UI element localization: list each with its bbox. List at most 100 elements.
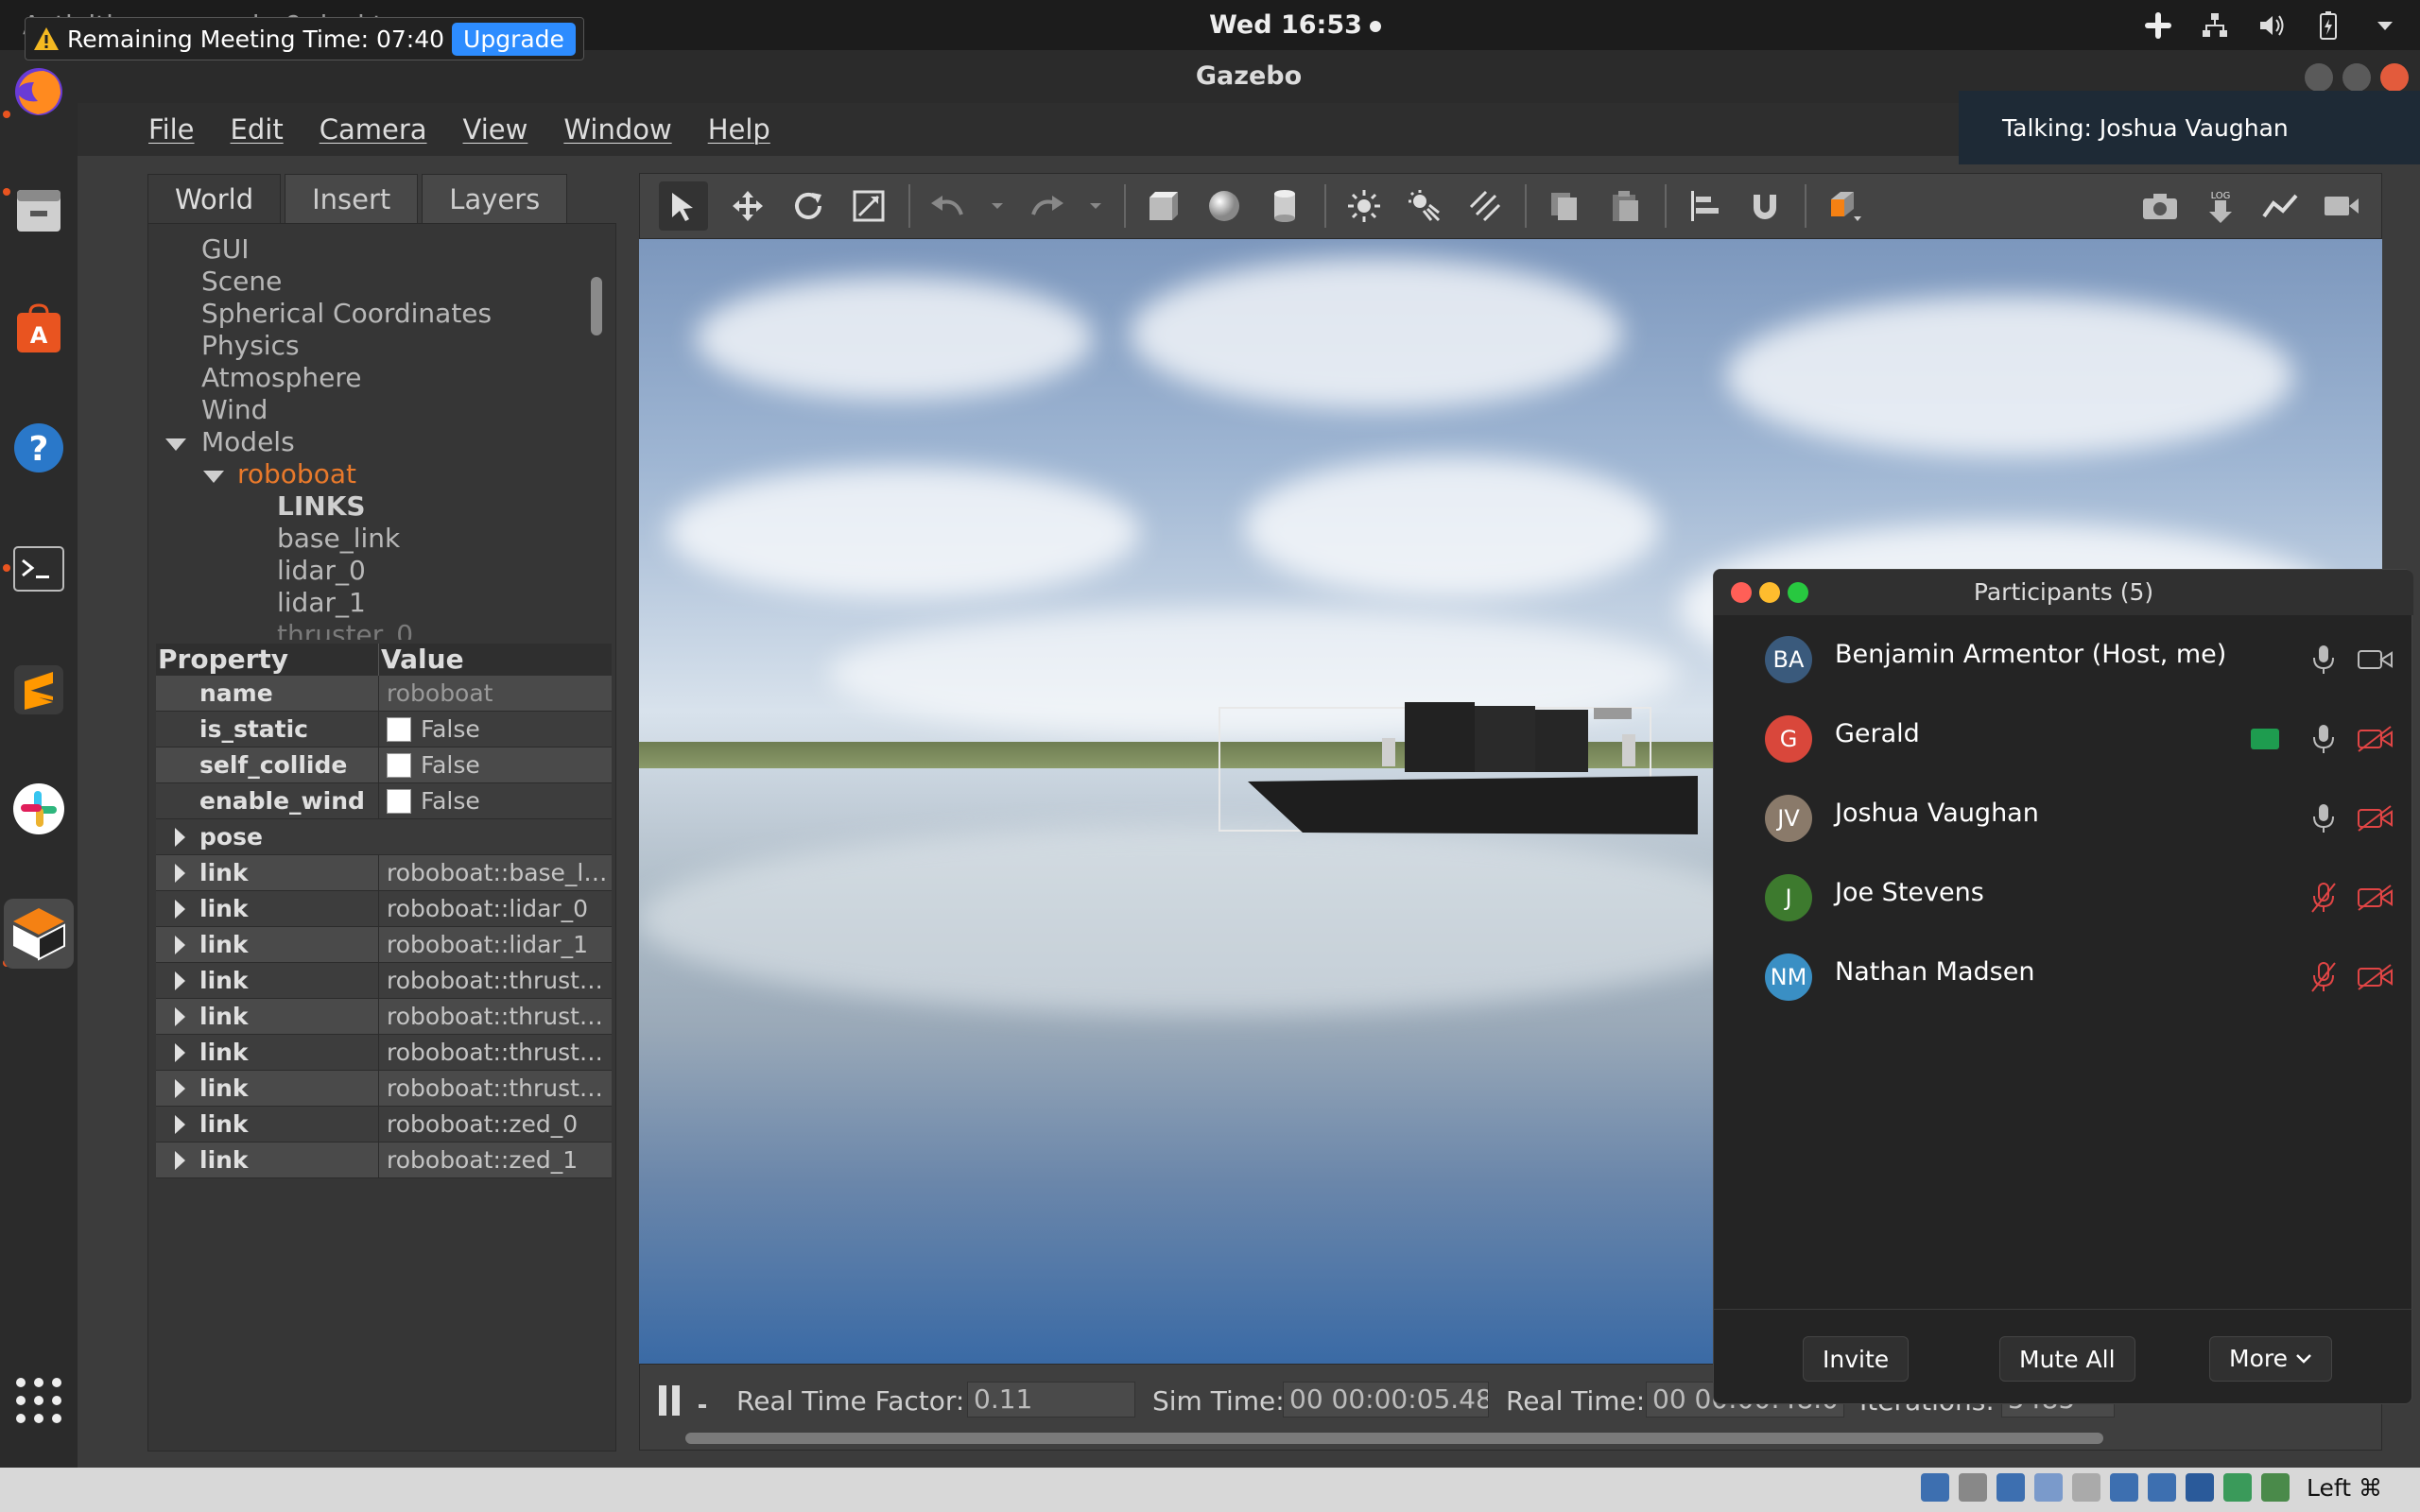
- rotate-mode-icon[interactable]: [787, 185, 829, 227]
- tree-item-atmosphere[interactable]: Atmosphere: [201, 362, 362, 394]
- expand-arrow-icon[interactable]: [175, 1079, 185, 1098]
- maximize-button[interactable]: [2342, 63, 2371, 92]
- expand-arrow-icon[interactable]: [175, 971, 185, 990]
- files-icon[interactable]: [11, 182, 66, 237]
- property-row-pose[interactable]: pose: [156, 819, 612, 855]
- translate-mode-icon[interactable]: [727, 185, 769, 227]
- property-row-link[interactable]: link roboboat::base_link: [156, 855, 612, 891]
- tree-item-link[interactable]: thruster_0: [277, 619, 413, 640]
- help-icon[interactable]: ?: [11, 421, 66, 475]
- battery-icon[interactable]: [2312, 9, 2344, 42]
- expand-arrow-icon[interactable]: [175, 828, 185, 847]
- recording-icon[interactable]: [2148, 1473, 2177, 1502]
- slack-tray-icon[interactable]: [2142, 9, 2174, 42]
- camera-off-icon[interactable]: [2357, 725, 2394, 753]
- usb-icon[interactable]: [2034, 1473, 2064, 1502]
- gazebo-icon[interactable]: [4, 899, 74, 969]
- cylinder-shape-icon[interactable]: [1264, 185, 1305, 227]
- tab-world[interactable]: World: [147, 174, 282, 223]
- close-button[interactable]: [2380, 63, 2409, 92]
- cpu-icon[interactable]: [2186, 1473, 2215, 1502]
- participant-row[interactable]: J Joe Stevens: [1714, 853, 2413, 933]
- volume-icon[interactable]: [2256, 9, 2288, 42]
- menu-file[interactable]: File: [148, 113, 195, 146]
- minimize-button[interactable]: [2305, 63, 2333, 92]
- camera-off-icon[interactable]: [2357, 884, 2394, 912]
- log-icon[interactable]: LOG: [2200, 185, 2241, 227]
- screen-share-icon[interactable]: [2251, 729, 2279, 749]
- expand-arrow-icon[interactable]: [175, 864, 185, 883]
- expand-arrow-icon[interactable]: [175, 900, 185, 919]
- clock[interactable]: Wed 16:53: [1172, 0, 1418, 50]
- property-row-link[interactable]: link roboboat::thruster_1: [156, 999, 612, 1035]
- tab-insert[interactable]: Insert: [285, 174, 419, 223]
- expand-arrow-icon[interactable]: [175, 1007, 185, 1026]
- tree-item-scene[interactable]: Scene: [201, 266, 282, 298]
- participant-row[interactable]: NM Nathan Madsen: [1714, 933, 2413, 1012]
- property-row-link[interactable]: link roboboat::thruster_3: [156, 1071, 612, 1107]
- expand-arrow-icon[interactable]: [175, 936, 185, 954]
- redo-history-chevron-icon[interactable]: [1086, 185, 1105, 227]
- shared-folder-icon[interactable]: [2072, 1473, 2101, 1502]
- pause-icon[interactable]: [659, 1385, 680, 1416]
- microphone-icon[interactable]: [2309, 802, 2338, 834]
- align-icon[interactable]: [1684, 185, 1725, 227]
- chevron-down-icon[interactable]: [2369, 9, 2401, 42]
- tree-item-gui[interactable]: GUI: [201, 233, 249, 266]
- self-collide-checkbox[interactable]: [387, 752, 411, 778]
- terminal-icon[interactable]: [11, 541, 66, 596]
- expand-arrow-icon[interactable]: [175, 1043, 185, 1062]
- copy-icon[interactable]: [1544, 185, 1585, 227]
- show-applications-icon[interactable]: [11, 1373, 66, 1428]
- menu-window[interactable]: Window: [563, 113, 671, 146]
- menu-view[interactable]: View: [463, 113, 528, 146]
- optical-drive-icon[interactable]: [1921, 1473, 1950, 1502]
- property-row-link[interactable]: link roboboat::lidar_0: [156, 891, 612, 927]
- tree-item-link[interactable]: lidar_0: [277, 555, 366, 587]
- paste-icon[interactable]: [1604, 185, 1646, 227]
- tree-item-physics[interactable]: Physics: [201, 330, 300, 362]
- undo-icon[interactable]: [927, 185, 969, 227]
- tree-item-wind[interactable]: Wind: [201, 394, 268, 426]
- property-value[interactable]: roboboat: [379, 676, 612, 711]
- tree-item-models[interactable]: Models: [165, 426, 295, 458]
- expand-arrow-icon[interactable]: [203, 471, 224, 483]
- tree-scrollbar[interactable]: [591, 277, 602, 335]
- close-window-button[interactable]: [1731, 582, 1752, 603]
- property-row-link[interactable]: link roboboat::thruster_0: [156, 963, 612, 999]
- zoom-window-button[interactable]: [1788, 582, 1808, 603]
- property-row-link[interactable]: link roboboat::zed_1: [156, 1143, 612, 1178]
- firefox-icon[interactable]: [11, 63, 66, 118]
- participant-row[interactable]: BA Benjamin Armentor (Host, me): [1714, 615, 2413, 695]
- is-static-checkbox[interactable]: [387, 716, 411, 742]
- property-row-link[interactable]: link roboboat::zed_0: [156, 1107, 612, 1143]
- tree-item-roboboat[interactable]: roboboat: [203, 458, 356, 490]
- camera-off-icon[interactable]: [2357, 963, 2394, 991]
- microphone-icon[interactable]: [2309, 723, 2338, 755]
- audio-icon[interactable]: [1959, 1473, 1988, 1502]
- select-mode-icon[interactable]: [659, 181, 708, 231]
- microphone-icon[interactable]: [2309, 644, 2338, 676]
- point-light-icon[interactable]: [1343, 185, 1385, 227]
- tree-item-spherical-coordinates[interactable]: Spherical Coordinates: [201, 298, 492, 330]
- microphone-muted-icon[interactable]: [2309, 961, 2338, 993]
- menu-help[interactable]: Help: [708, 113, 770, 146]
- display-icon[interactable]: [2110, 1473, 2139, 1502]
- directional-light-icon[interactable]: [1464, 185, 1506, 227]
- expand-arrow-icon[interactable]: [175, 1151, 185, 1170]
- screenshot-icon[interactable]: [2139, 185, 2181, 227]
- expand-arrow-icon[interactable]: [175, 1115, 185, 1134]
- camera-icon[interactable]: [2357, 645, 2394, 674]
- slack-icon[interactable]: [11, 782, 66, 836]
- tab-layers[interactable]: Layers: [422, 174, 568, 223]
- sublime-text-icon[interactable]: [11, 662, 66, 717]
- expand-arrow-icon[interactable]: [165, 438, 186, 451]
- menu-edit[interactable]: Edit: [231, 113, 284, 146]
- scale-mode-icon[interactable]: [848, 185, 890, 227]
- property-row-link[interactable]: link roboboat::thruster_2: [156, 1035, 612, 1071]
- network-icon[interactable]: [2199, 9, 2231, 42]
- participant-row[interactable]: G Gerald: [1714, 695, 2413, 774]
- sphere-shape-icon[interactable]: [1203, 185, 1245, 227]
- view-angle-icon[interactable]: [1824, 185, 1865, 227]
- box-shape-icon[interactable]: [1143, 185, 1184, 227]
